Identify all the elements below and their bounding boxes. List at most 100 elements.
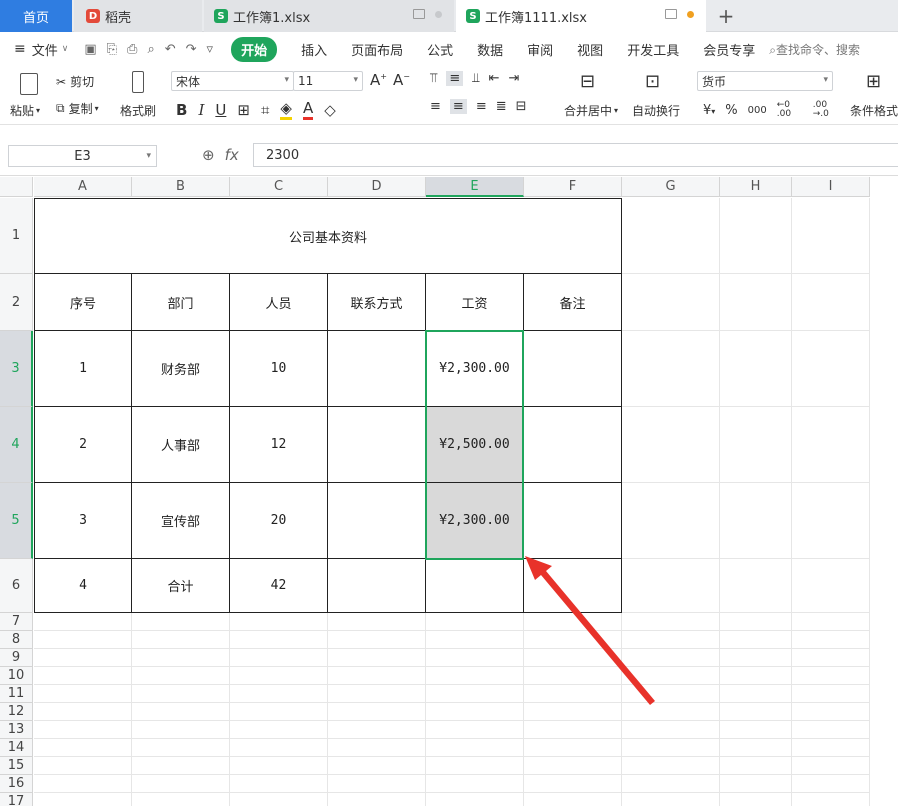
cell-i14[interactable]: [792, 739, 870, 757]
column-header-h[interactable]: H: [720, 177, 792, 197]
cell-h5[interactable]: [720, 483, 792, 559]
tab-developer[interactable]: 开发工具: [627, 40, 679, 59]
row-header-2[interactable]: 2: [0, 274, 33, 331]
table-cell[interactable]: [524, 331, 622, 407]
cell-d10[interactable]: [328, 667, 426, 685]
cell-f16[interactable]: [524, 775, 622, 793]
cell-f12[interactable]: [524, 703, 622, 721]
cell-b12[interactable]: [132, 703, 230, 721]
cell-e8[interactable]: [426, 631, 524, 649]
table-header-cell[interactable]: 备注: [524, 274, 622, 331]
align-bottom-icon[interactable]: ⫫: [472, 71, 479, 86]
tab-member[interactable]: 会员专享: [703, 40, 755, 59]
table-cell[interactable]: 20: [230, 483, 328, 559]
cell-a17[interactable]: [34, 793, 132, 806]
cell-d12[interactable]: [328, 703, 426, 721]
cell-b13[interactable]: [132, 721, 230, 739]
format-painter-icon[interactable]: [128, 71, 148, 93]
cell-f17[interactable]: [524, 793, 622, 806]
table-header-cell[interactable]: 序号: [34, 274, 132, 331]
table-cell[interactable]: 合计: [132, 559, 230, 613]
cell-g10[interactable]: [622, 667, 720, 685]
row-header-12[interactable]: 12: [0, 703, 33, 721]
cell-b8[interactable]: [132, 631, 230, 649]
cell-e12[interactable]: [426, 703, 524, 721]
cell-c9[interactable]: [230, 649, 328, 667]
cell-c10[interactable]: [230, 667, 328, 685]
column-header-f[interactable]: F: [524, 177, 622, 197]
cell-g3[interactable]: [622, 331, 720, 407]
align-top-icon[interactable]: ⫪: [430, 71, 437, 86]
font-color-icon[interactable]: A: [302, 99, 314, 120]
close-dot-icon[interactable]: [435, 10, 442, 18]
row-header-4[interactable]: 4: [0, 407, 33, 483]
align-right-icon[interactable]: ≡: [476, 99, 487, 114]
cell-f14[interactable]: [524, 739, 622, 757]
decrease-decimal-icon[interactable]: .00 →.0: [813, 101, 839, 119]
cell-h7[interactable]: [720, 613, 792, 631]
cell-i8[interactable]: [792, 631, 870, 649]
cell-c15[interactable]: [230, 757, 328, 775]
cell-i5[interactable]: [792, 483, 870, 559]
cell-g11[interactable]: [622, 685, 720, 703]
number-format-select[interactable]: 货币 ▾: [697, 71, 833, 91]
border-icon[interactable]: ⊞: [237, 101, 250, 119]
row-header-10[interactable]: 10: [0, 667, 33, 685]
cell-g4[interactable]: [622, 407, 720, 483]
cell-g9[interactable]: [622, 649, 720, 667]
cell-i3[interactable]: [792, 331, 870, 407]
row-header-8[interactable]: 8: [0, 631, 33, 649]
tab-view[interactable]: 视图: [577, 40, 603, 59]
tab-home[interactable]: 首页: [0, 0, 72, 32]
cell-f15[interactable]: [524, 757, 622, 775]
cell-h8[interactable]: [720, 631, 792, 649]
table-cell[interactable]: ¥2,500.00: [426, 407, 524, 483]
column-header-g[interactable]: G: [622, 177, 720, 197]
indent-decrease-icon[interactable]: ⇤: [489, 71, 500, 86]
cell-i15[interactable]: [792, 757, 870, 775]
cell-h16[interactable]: [720, 775, 792, 793]
cell-h12[interactable]: [720, 703, 792, 721]
row-header-3[interactable]: 3: [0, 331, 33, 407]
cell-c12[interactable]: [230, 703, 328, 721]
table-cell[interactable]: 1: [34, 331, 132, 407]
wrap-text-button[interactable]: 自动换行: [632, 102, 680, 119]
currency-icon[interactable]: ¥▾: [703, 103, 715, 118]
italic-icon[interactable]: I: [198, 101, 204, 119]
column-header-i[interactable]: I: [792, 177, 870, 197]
tab-formula[interactable]: 公式: [427, 40, 453, 59]
align-left-icon[interactable]: ≡: [430, 99, 441, 114]
cell-h2[interactable]: [720, 274, 792, 331]
cell-a9[interactable]: [34, 649, 132, 667]
cell-a11[interactable]: [34, 685, 132, 703]
cell-b16[interactable]: [132, 775, 230, 793]
table-cell[interactable]: ¥2,300.00: [426, 483, 524, 559]
cell-e15[interactable]: [426, 757, 524, 775]
cell-d9[interactable]: [328, 649, 426, 667]
cell-d15[interactable]: [328, 757, 426, 775]
cell-g6[interactable]: [622, 559, 720, 613]
cell-c14[interactable]: [230, 739, 328, 757]
table-cell[interactable]: [524, 559, 622, 613]
cell-b17[interactable]: [132, 793, 230, 806]
command-search[interactable]: ⌕查找命令、搜索: [769, 41, 860, 58]
cell-e16[interactable]: [426, 775, 524, 793]
cell-a13[interactable]: [34, 721, 132, 739]
cell-e7[interactable]: [426, 613, 524, 631]
table-cell[interactable]: 财务部: [132, 331, 230, 407]
cell-i9[interactable]: [792, 649, 870, 667]
cell-h14[interactable]: [720, 739, 792, 757]
thousands-icon[interactable]: 000: [748, 105, 767, 116]
fx-icon[interactable]: fx: [225, 146, 239, 164]
row-header-17[interactable]: 17: [0, 793, 33, 806]
cell-b14[interactable]: [132, 739, 230, 757]
table-cell[interactable]: 12: [230, 407, 328, 483]
table-cell[interactable]: [328, 559, 426, 613]
monitor-icon[interactable]: [413, 9, 425, 19]
cell-h3[interactable]: [720, 331, 792, 407]
cell-f8[interactable]: [524, 631, 622, 649]
percent-icon[interactable]: %: [725, 103, 737, 118]
cell-b15[interactable]: [132, 757, 230, 775]
cell-h15[interactable]: [720, 757, 792, 775]
column-header-e[interactable]: E: [426, 177, 524, 197]
